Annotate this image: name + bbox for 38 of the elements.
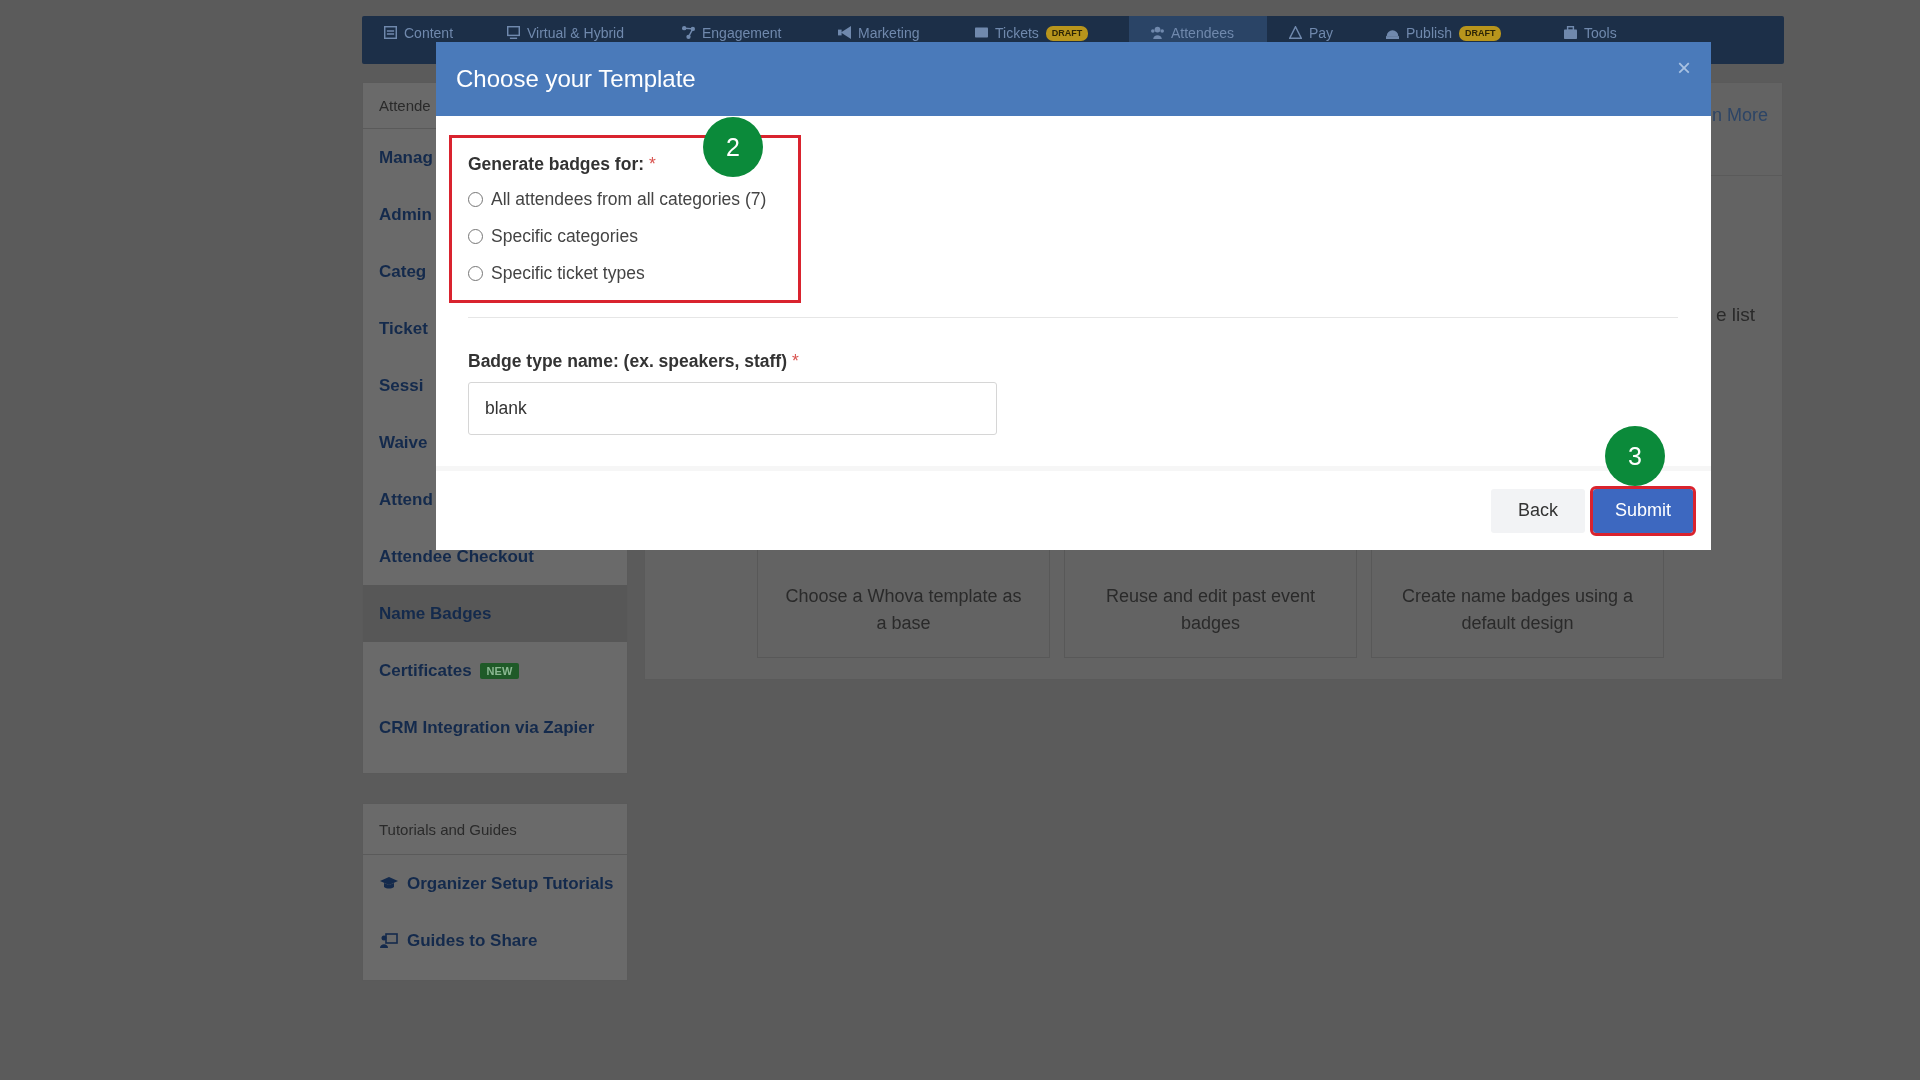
step-number-marker: 2: [703, 117, 763, 177]
triangle-icon: [1289, 26, 1302, 39]
section-title: Tutorials and Guides: [379, 820, 517, 838]
draft-badge: DRAFT: [1045, 26, 1089, 41]
radio-option[interactable]: Specific categories: [468, 223, 782, 249]
ticket-icon: [975, 26, 988, 39]
nav-tab[interactable]: Engagement: [660, 16, 816, 64]
nav-tab[interactable]: Content: [362, 16, 485, 64]
sidebar-item[interactable]: Organizer Setup Tutorials: [363, 855, 627, 912]
nav-tab[interactable]: Tickets DRAFT: [953, 16, 1129, 64]
description-text: e list: [1715, 304, 1755, 326]
list-icon: [384, 26, 397, 39]
sidebar-item[interactable]: Name Badges: [363, 585, 627, 642]
sidebar-item[interactable]: Certificates NEW: [363, 642, 627, 699]
field-label: Badge type name: (ex. speakers, staff) *: [468, 351, 800, 372]
sidebar-item[interactable]: CRM Integration via Zapier: [363, 699, 627, 756]
nav-tab[interactable]: Pay: [1267, 16, 1364, 64]
nav-tab[interactable]: Publish DRAFT: [1364, 16, 1542, 64]
nav-tab[interactable]: Virtual & Hybrid: [485, 16, 660, 64]
nav-tab[interactable]: Marketing: [816, 16, 953, 64]
back-button[interactable]: Back: [1490, 488, 1585, 533]
radio-option[interactable]: Specific ticket types: [468, 260, 782, 286]
section-title: Attende: [379, 97, 431, 114]
sidebar-item[interactable]: Guides to Share: [363, 912, 627, 969]
nodes-icon: [682, 26, 695, 39]
people-icon: [1151, 26, 1164, 39]
radio-option[interactable]: All attendees from all categories (7): [468, 186, 782, 212]
input-field[interactable]: blank: [468, 382, 997, 435]
submit-button[interactable]: Submit: [1592, 488, 1693, 533]
presenter-board-icon: [379, 931, 399, 950]
monitor-icon: [507, 26, 520, 39]
draft-badge: DRAFT: [1458, 26, 1502, 41]
megaphone-icon: [838, 26, 851, 39]
step-number-marker: 3: [1605, 426, 1665, 486]
new-badge: NEW: [479, 662, 520, 679]
field-label: Generate badges for: *: [468, 154, 657, 175]
modal-title: Choose your Template: [456, 65, 696, 93]
toolbox-icon: [1564, 26, 1577, 39]
